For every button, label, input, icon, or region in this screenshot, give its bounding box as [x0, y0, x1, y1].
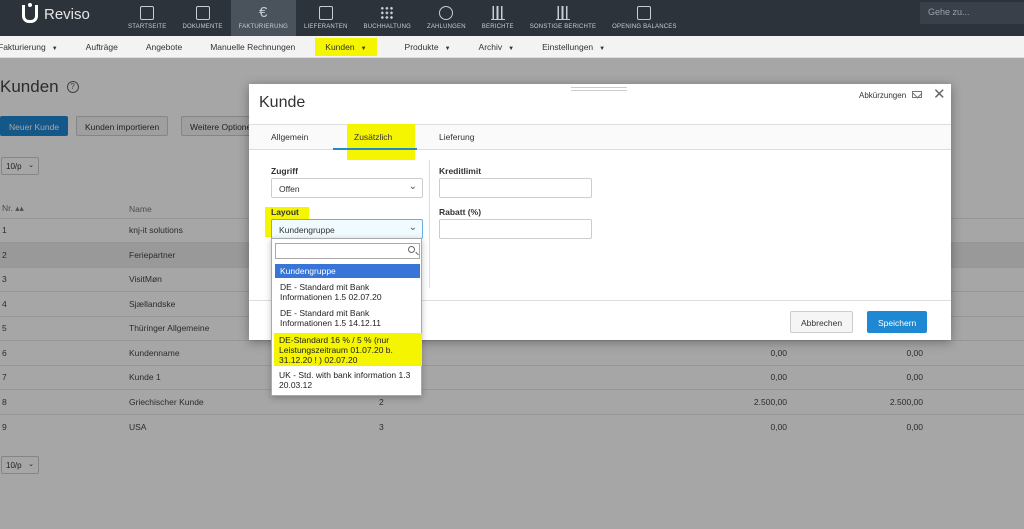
cancel-button[interactable]: Abbrechen [790, 311, 854, 333]
caret-down-icon: ▼ [599, 45, 606, 52]
dropdown-option[interactable]: Kundengruppe [275, 264, 420, 278]
nav-label: BUCHHALTUNG [363, 24, 411, 30]
caret-down-icon: ▼ [508, 45, 515, 52]
folder-icon [195, 6, 210, 20]
layout-label: Layout [271, 207, 299, 217]
nav-startseite[interactable]: STARTSEITE [120, 0, 174, 36]
subnav-label: Fakturierung [0, 41, 46, 52]
nav-label: LIEFERANTEN [304, 24, 348, 30]
caret-down-icon: ▼ [360, 45, 367, 52]
subnav-einstellungen[interactable]: Einstellungen ▼ [542, 42, 605, 52]
subnav-angebote[interactable]: Angebote [146, 42, 182, 52]
subnav-label: Aufträge [85, 41, 118, 52]
subnav-label: Kunden [325, 41, 355, 52]
chevron-down-icon: ⌄ [408, 222, 417, 233]
caret-down-icon: ▼ [51, 45, 58, 52]
column-divider [429, 160, 430, 288]
abbreviations-link[interactable]: Abkürzungen [859, 91, 906, 100]
dropdown-option[interactable]: DE - Standard mit Bank Informationen 1.5… [275, 280, 420, 304]
zugriff-select[interactable]: Offen ⌄ [271, 178, 423, 198]
nav-opening-balances[interactable]: OPENING BALANCES [604, 0, 685, 36]
kreditlimit-input[interactable] [439, 178, 592, 198]
nav-label: STARTSEITE [128, 24, 167, 30]
dialog-title: Kunde [259, 94, 306, 111]
highlight-marker [347, 124, 415, 160]
sub-navigation: Fakturierung ▼ Aufträge Angebote Manuelle… [0, 36, 1024, 58]
nav-lieferanten[interactable]: LIEFERANTEN [296, 0, 356, 36]
nav-label: BERICHTE [481, 24, 514, 30]
nav-label: FAKTURIERUNG [238, 24, 288, 30]
dropdown-option[interactable]: UK - Std. with bank information 1.3 20.0… [274, 368, 419, 392]
euro-icon: € [259, 4, 268, 21]
goto-search-input[interactable]: Gehe zu... [920, 2, 1024, 24]
top-navigation: Reviso STARTSEITE DOKUMENTE € FAKTURIERU… [0, 0, 1024, 36]
nav-zahlungen[interactable]: ZAHLUNGEN [419, 0, 474, 36]
bookmark-icon [637, 6, 652, 20]
subnav-produkte[interactable]: Produkte ▼ [405, 42, 451, 52]
truck-icon [318, 6, 333, 20]
nav-label: DOKUMENTE [182, 24, 223, 30]
zugriff-value: Offen [279, 184, 300, 194]
database-icon [439, 6, 454, 20]
close-icon[interactable]: ✕ [933, 85, 946, 103]
dropdown-search-input[interactable] [275, 243, 420, 259]
drag-handle[interactable] [571, 87, 627, 91]
layout-value: Kundengruppe [279, 225, 335, 235]
subnav-manuelle-rechnungen[interactable]: Manuelle Rechnungen [210, 42, 295, 52]
rabatt-input[interactable] [439, 219, 592, 239]
chevron-down-icon: ⌄ [408, 181, 417, 192]
subnav-archiv[interactable]: Archiv ▼ [479, 42, 515, 52]
nav-label: ZAHLUNGEN [426, 24, 466, 30]
brand[interactable]: Reviso [22, 3, 90, 23]
kreditlimit-label: Kreditlimit [439, 166, 482, 176]
subnav-label: Produkte [404, 41, 439, 52]
grid-icon [380, 6, 395, 20]
nav-label: SONSTIGE BERICHTE [529, 24, 597, 30]
active-tab-indicator [333, 148, 417, 150]
reviso-logo-icon [22, 3, 38, 23]
subnav-auftraege[interactable]: Aufträge [86, 42, 118, 52]
home-icon [140, 6, 155, 20]
mail-icon[interactable] [912, 91, 922, 98]
subnav-label: Manuelle Rechnungen [210, 41, 296, 52]
tab-allgemein[interactable]: Allgemein [271, 132, 308, 142]
subnav-label: Archiv [478, 41, 503, 52]
subnav-label: Einstellungen [542, 41, 594, 52]
rabatt-label: Rabatt (%) [439, 207, 482, 217]
bar-chart-icon [555, 6, 570, 20]
save-button[interactable]: Speichern [867, 311, 928, 333]
subnav-kunden[interactable]: Kunden ▼ [315, 37, 377, 56]
nav-label: OPENING BALANCES [612, 24, 677, 30]
nav-berichte[interactable]: BERICHTE [474, 0, 522, 36]
zugriff-label: Zugriff [271, 166, 298, 176]
nav-fakturierung[interactable]: € FAKTURIERUNG [230, 0, 296, 36]
dropdown-option[interactable]: DE - Standard mit Bank Informationen 1.5… [275, 306, 420, 330]
search-icon [408, 246, 415, 253]
subnav-label: Angebote [145, 41, 183, 52]
main-nav: STARTSEITE DOKUMENTE € FAKTURIERUNG LIEF… [120, 0, 685, 36]
dropdown-option[interactable]: DE-Standard 16 % / 5 % (nur Leistungszei… [274, 333, 419, 367]
tab-lieferung[interactable]: Lieferung [439, 132, 474, 142]
nav-dokumente[interactable]: DOKUMENTE [174, 0, 230, 36]
bar-chart-icon [490, 6, 505, 20]
layout-select[interactable]: Kundengruppe ⌄ [271, 219, 423, 239]
subnav-fakturierung[interactable]: Fakturierung ▼ [0, 42, 58, 52]
brand-name: Reviso [44, 5, 90, 23]
nav-sonstige-berichte[interactable]: SONSTIGE BERICHTE [522, 0, 604, 36]
caret-down-icon: ▼ [444, 45, 451, 52]
tab-zusaetzlich[interactable]: Zusätzlich [354, 132, 392, 142]
nav-buchhaltung[interactable]: BUCHHALTUNG [356, 0, 419, 36]
